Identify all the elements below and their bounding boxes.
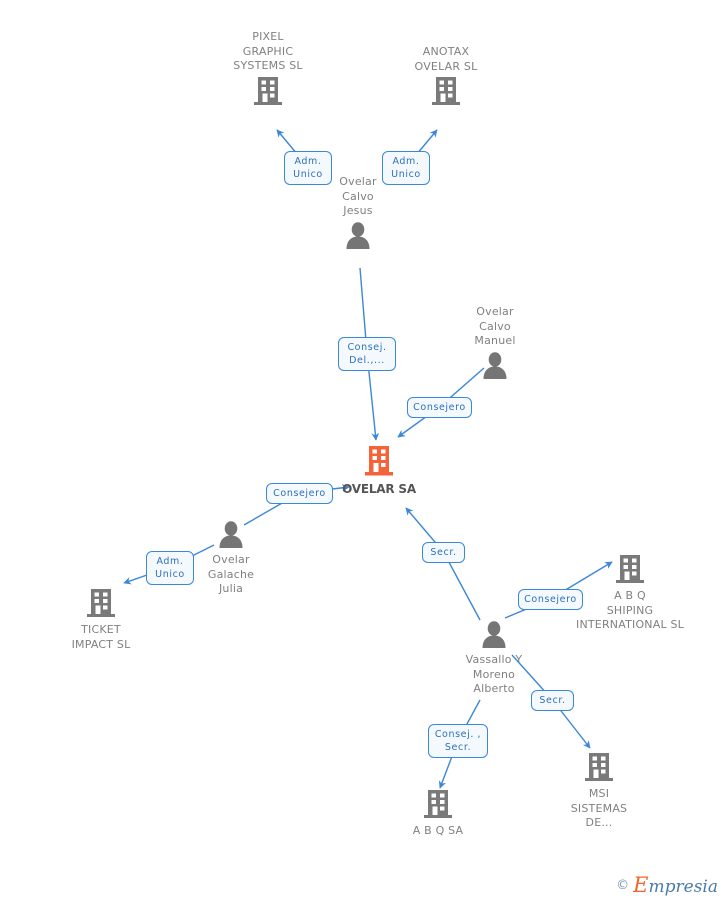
company-building-icon (386, 76, 506, 110)
company-building-icon (51, 588, 151, 622)
node-label: A B Q SA (412, 824, 464, 837)
main-company-building-icon (331, 445, 427, 481)
edge-label-e2[interactable]: Adm. Unico (382, 151, 430, 185)
diagram-canvas: PIXEL GRAPHIC SYSTEMS SL ANOTAX OVELAR S… (0, 0, 728, 905)
person-icon (181, 520, 281, 552)
edge-label-e4[interactable]: Consejero (407, 397, 472, 418)
edge-label-e6[interactable]: Adm. Unico (146, 551, 194, 585)
person-icon (308, 221, 408, 253)
company-building-icon (549, 752, 649, 786)
edge-label-e10[interactable]: Consej. , Secr. (428, 724, 488, 758)
node-ovelar-galache-julia[interactable]: Ovelar Galache Julia (181, 520, 281, 597)
edge-label-e5[interactable]: Consejero (266, 483, 333, 504)
node-anotax-ovelar[interactable]: ANOTAX OVELAR SL (386, 45, 506, 110)
edge-label-e8[interactable]: Consejero (518, 589, 583, 610)
node-ticket-impact[interactable]: TICKET IMPACT SL (51, 588, 151, 652)
node-label: MSI SISTEMAS DE... (570, 787, 628, 829)
person-icon (445, 351, 545, 383)
brand-rest: mpresia (648, 877, 719, 897)
person-icon (436, 620, 552, 652)
edge-label-e9[interactable]: Secr. (531, 690, 574, 711)
node-pixel-graphic-systems[interactable]: PIXEL GRAPHIC SYSTEMS SL (208, 30, 328, 110)
brand-name: Empresia (633, 873, 718, 897)
node-vassallo-y-moreno-alberto[interactable]: Vassallo Y Moreno Alberto (436, 620, 552, 697)
copyright-icon: © (616, 877, 630, 893)
node-label: OVELAR SA (342, 482, 416, 496)
node-ovelar-sa[interactable]: OVELAR SA (331, 445, 427, 497)
empresia-watermark: © Empresia (616, 873, 718, 897)
node-abq-sa[interactable]: A B Q SA (388, 789, 488, 839)
brand-initial: E (633, 873, 649, 897)
node-label: Ovelar Galache Julia (207, 553, 255, 595)
edge-label-e7[interactable]: Secr. (422, 542, 465, 563)
node-label: Ovelar Calvo Manuel (474, 305, 516, 347)
edge-label-e1[interactable]: Adm. Unico (284, 151, 332, 185)
company-building-icon (388, 789, 488, 823)
company-building-icon (208, 76, 328, 110)
node-label: PIXEL GRAPHIC SYSTEMS SL (233, 30, 303, 72)
node-msi-sistemas[interactable]: MSI SISTEMAS DE... (549, 752, 649, 831)
node-ovelar-calvo-manuel[interactable]: Ovelar Calvo Manuel (445, 305, 545, 383)
company-building-icon (550, 554, 710, 588)
node-label: ANOTAX OVELAR SL (414, 45, 478, 73)
node-ovelar-calvo-jesus[interactable]: Ovelar Calvo Jesus (308, 175, 408, 253)
edge-label-e3[interactable]: Consej. Del.,... (338, 337, 396, 371)
node-label: TICKET IMPACT SL (71, 623, 131, 651)
